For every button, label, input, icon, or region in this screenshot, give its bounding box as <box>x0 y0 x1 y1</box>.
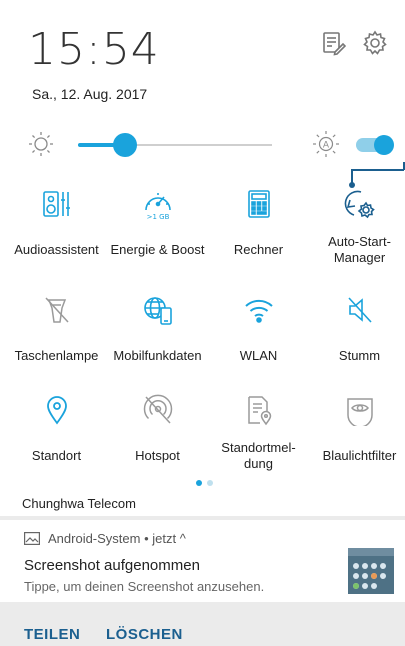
tile-label: Rechner <box>233 242 284 257</box>
speaker-mute-icon <box>344 294 376 326</box>
tile-blaulichtfilter[interactable]: Blaulichtfilter <box>309 394 405 484</box>
share-button[interactable]: TEILEN <box>24 626 80 643</box>
carrier-name: Chunghwa Telecom <box>22 496 136 511</box>
clock-date: Sa., 12. Aug. 2017 <box>32 86 148 102</box>
tile-label: Standort <box>31 448 82 463</box>
delete-button[interactable]: LÖSCHEN <box>106 626 183 643</box>
edit-tiles-icon[interactable] <box>320 30 347 56</box>
screenshot-thumbnail <box>348 548 394 594</box>
tile-label: Taschenlampe <box>14 348 99 363</box>
tile-label: Auto-Start- Manager <box>328 234 391 265</box>
svg-text:A: A <box>323 141 330 151</box>
notification-body: Tippe, um deinen Screenshot anzusehen. <box>24 579 265 594</box>
tile-standort[interactable]: Standort <box>6 394 107 484</box>
brightness-low-icon <box>28 131 54 157</box>
notification-card[interactable]: Android-System • jetzt ^ Screenshot aufg… <box>0 520 405 602</box>
notification-title: Screenshot aufgenommen <box>24 557 200 574</box>
tile-energie-boost[interactable]: >1 GB Energie & Boost <box>107 188 208 278</box>
settings-gear-icon[interactable] <box>362 30 388 56</box>
page-dot <box>207 480 213 486</box>
globe-phone-icon <box>142 294 174 326</box>
tile-standortmeldung[interactable]: Standortmel- dung <box>208 394 309 484</box>
tile-hotspot[interactable]: Hotspot <box>107 394 208 484</box>
toggle-knob <box>374 135 394 155</box>
image-icon <box>24 532 41 546</box>
auto-brightness-icon: A <box>312 130 340 158</box>
auto-brightness-toggle[interactable] <box>356 135 396 155</box>
tile-stumm[interactable]: Stumm <box>309 294 405 384</box>
location-report-icon <box>243 394 275 426</box>
boost-badge: >1 GB <box>147 213 170 220</box>
audio-equalizer-icon <box>41 188 73 220</box>
page-dot-active <box>196 480 202 486</box>
auto-start-gear-icon <box>344 188 376 220</box>
tile-label: Hotspot <box>135 448 180 463</box>
eye-filter-icon <box>344 394 376 428</box>
tile-auto-start-manager[interactable]: Auto-Start- Manager <box>309 188 405 278</box>
tile-label: Stumm <box>338 348 381 363</box>
location-pin-icon <box>41 394 73 426</box>
flashlight-off-icon <box>41 294 73 326</box>
tile-audioassistent[interactable]: Audioassistent <box>6 188 107 278</box>
tile-label: Mobilfunkdaten <box>113 348 202 363</box>
calculator-icon <box>243 188 275 220</box>
tile-label: Standortmel- dung <box>221 440 296 471</box>
wifi-icon <box>243 294 275 326</box>
clock-time: 15:54 <box>28 24 160 75</box>
tile-label: Audioassistent <box>14 242 99 257</box>
brightness-row: A <box>0 125 405 165</box>
tile-mobilfunkdaten[interactable]: Mobilfunkdaten <box>107 294 208 384</box>
tile-rechner[interactable]: Rechner <box>208 188 309 278</box>
tile-taschenlampe[interactable]: Taschenlampe <box>6 294 107 384</box>
notification-actions: TEILEN LÖSCHEN <box>0 602 405 646</box>
quick-settings-panel: 15:54 Sa., 12. Aug. 2017 A Audioassisten… <box>0 0 405 516</box>
brightness-slider-thumb[interactable] <box>112 133 137 157</box>
notification-header[interactable]: Android-System • jetzt ^ <box>48 531 186 546</box>
page-indicator <box>0 480 405 488</box>
speedometer-boost-icon: >1 GB <box>142 188 174 221</box>
tile-label: Blaulichtfilter <box>322 448 397 463</box>
tile-label: WLAN <box>239 348 278 363</box>
hotspot-off-icon <box>142 394 174 426</box>
tile-label: Energie & Boost <box>110 242 205 257</box>
tile-wlan[interactable]: WLAN <box>208 294 309 384</box>
